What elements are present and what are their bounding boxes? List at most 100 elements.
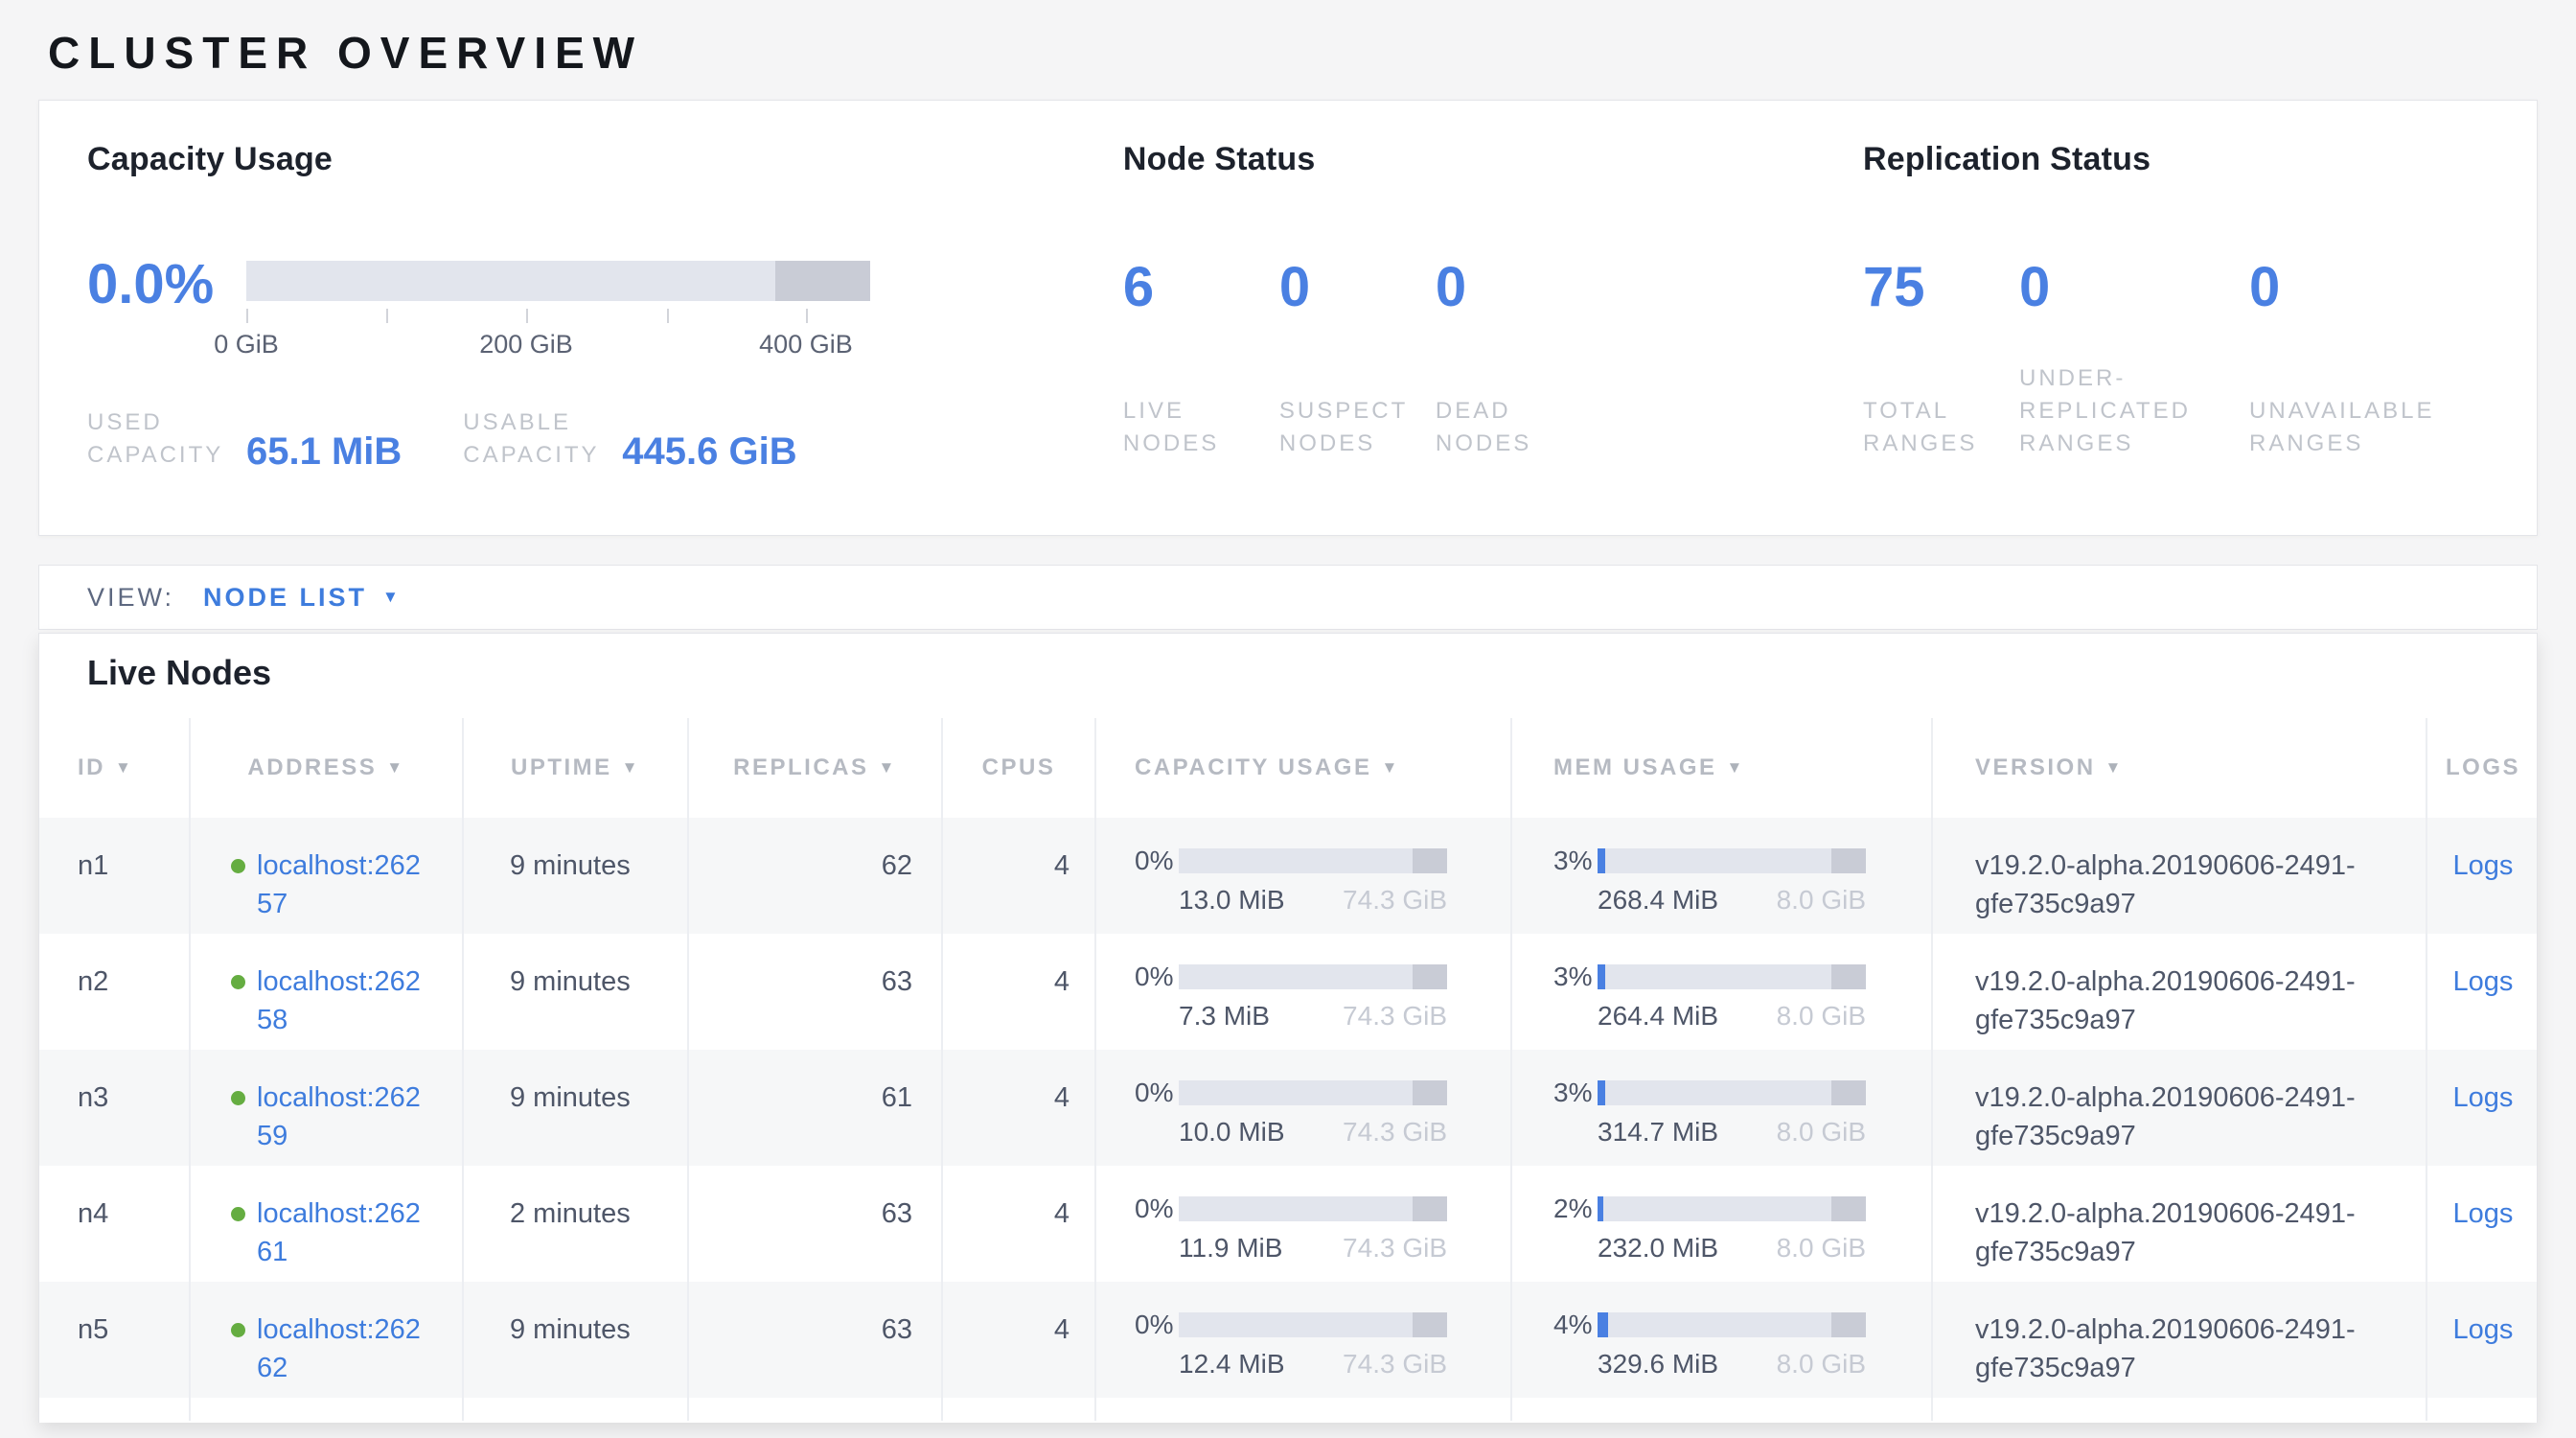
total-ranges-count: 75: [1863, 259, 2019, 316]
used-capacity-value: 65.1 MiB: [246, 431, 402, 472]
column-header-label: UPTIME: [511, 754, 612, 781]
table-row-clipped: [39, 1398, 2537, 1421]
node-uptime: 9 minutes: [510, 850, 631, 881]
node-address-cell: localhost:26257: [191, 818, 464, 934]
capacity-bar-track: [1179, 1312, 1447, 1337]
column-header-address[interactable]: ADDRESS ▼: [191, 718, 464, 818]
logs-link[interactable]: Logs: [2453, 850, 2514, 881]
node-uptime: 9 minutes: [510, 966, 631, 997]
column-header-cpus: CPUS: [943, 718, 1096, 818]
total-ranges-label: TOTAL RANGES: [1863, 395, 2019, 460]
mem-percent: 3%: [1553, 847, 1598, 916]
node-capacity-cell: 0% 12.4 MiB 74.3 GiB: [1096, 1282, 1512, 1398]
node-address-link[interactable]: localhost:26262: [257, 1310, 425, 1398]
mem-bar-fill: [1598, 964, 1605, 989]
node-version-cell: v19.2.0-alpha.20190606-2491-gfe735c9a97: [1933, 934, 2427, 1050]
logs-link[interactable]: Logs: [2453, 1082, 2514, 1113]
logs-link[interactable]: Logs: [2453, 1314, 2514, 1345]
mem-used-value: 268.4 MiB: [1598, 885, 1718, 916]
sort-descending-icon: ▼: [1727, 758, 1745, 777]
axis-tick-label: 0 GiB: [214, 330, 279, 360]
node-address-link[interactable]: localhost:26259: [257, 1078, 425, 1166]
node-replicas-cell: 63: [689, 1166, 943, 1282]
mem-bar-reserved-segment: [1831, 1080, 1866, 1105]
dead-nodes-count: 0: [1436, 259, 1592, 316]
capacity-percent: 0%: [1135, 1194, 1179, 1264]
mem-percent: 4%: [1553, 1310, 1598, 1380]
node-version: v19.2.0-alpha.20190606-2491-gfe735c9a97: [1975, 1078, 2397, 1155]
node-capacity-cell: 0% 13.0 MiB 74.3 GiB: [1096, 818, 1512, 934]
chevron-down-icon: ▼: [382, 588, 399, 607]
mem-used-value: 314.7 MiB: [1598, 1117, 1718, 1148]
mem-total-value: 8.0 GiB: [1777, 1349, 1866, 1380]
node-uptime-cell: 9 minutes: [464, 934, 689, 1050]
node-replicas: 63: [882, 1198, 912, 1229]
logs-link[interactable]: Logs: [2453, 1198, 2514, 1229]
logs-link[interactable]: Logs: [2453, 966, 2514, 997]
node-address-link[interactable]: localhost:26257: [257, 847, 425, 934]
capacity-total-value: 74.3 GiB: [1343, 1001, 1447, 1032]
table-row: n4 localhost:26261 2 minutes 63 4 0%: [39, 1166, 2537, 1282]
node-id: n5: [78, 1314, 108, 1345]
replication-stats: 75 TOTAL RANGES 0 UNDER-REPLICATED RANGE…: [1863, 259, 2489, 460]
node-replicas: 63: [882, 966, 912, 997]
mem-total-value: 8.0 GiB: [1777, 1117, 1866, 1148]
node-cpus: 4: [1054, 1198, 1070, 1229]
mem-percent: 2%: [1553, 1194, 1598, 1264]
mem-percent: 3%: [1553, 1078, 1598, 1148]
capacity-total-value: 74.3 GiB: [1343, 1117, 1447, 1148]
suspect-nodes-count: 0: [1279, 259, 1436, 316]
capacity-used-value: 11.9 MiB: [1179, 1233, 1282, 1264]
dead-nodes-label: DEAD NODES: [1436, 395, 1592, 460]
node-version: v19.2.0-alpha.20190606-2491-gfe735c9a97: [1975, 847, 2397, 923]
column-header-label: ADDRESS: [247, 754, 377, 781]
total-ranges-stat: 75 TOTAL RANGES: [1863, 259, 2019, 460]
capacity-stats: USED CAPACITY 65.1 MiB USABLE CAPACITY 4…: [87, 406, 1123, 472]
column-header-capacity-usage[interactable]: CAPACITY USAGE ▼: [1096, 718, 1512, 818]
node-replicas-cell: 63: [689, 1282, 943, 1398]
capacity-percent: 0%: [1135, 847, 1179, 916]
under-replicated-count: 0: [2019, 259, 2249, 316]
node-logs-cell: Logs: [2427, 818, 2538, 934]
capacity-bar-reserved-segment: [1413, 1196, 1447, 1221]
node-cpus-cell: 4: [943, 1282, 1096, 1398]
column-header-id[interactable]: ID ▼: [39, 718, 191, 818]
capacity-bar-track: [1179, 1196, 1447, 1221]
capacity-bar-track: [1179, 1080, 1447, 1105]
node-cpus-cell: 4: [943, 818, 1096, 934]
column-header-uptime[interactable]: UPTIME ▼: [464, 718, 689, 818]
node-version-cell: v19.2.0-alpha.20190606-2491-gfe735c9a97: [1933, 818, 2427, 934]
view-selector-dropdown[interactable]: NODE LIST ▼: [203, 583, 399, 613]
node-cpus-cell: 4: [943, 934, 1096, 1050]
node-address-link[interactable]: localhost:26258: [257, 963, 425, 1050]
column-header-label: CAPACITY USAGE: [1135, 754, 1371, 781]
column-header-label: REPLICAS: [733, 754, 868, 781]
live-nodes-stat: 6 LIVE NODES: [1123, 259, 1279, 460]
node-mem-cell: 3% 264.4 MiB 8.0 GiB: [1512, 934, 1933, 1050]
column-header-label: ID: [78, 754, 105, 781]
capacity-total-value: 74.3 GiB: [1343, 1233, 1447, 1264]
column-header-replicas[interactable]: REPLICAS ▼: [689, 718, 943, 818]
column-header-mem-usage[interactable]: MEM USAGE ▼: [1512, 718, 1933, 818]
node-cpus: 4: [1054, 1314, 1070, 1345]
node-address-link[interactable]: localhost:26261: [257, 1194, 425, 1282]
node-address-cell: localhost:26261: [191, 1166, 464, 1282]
replication-status-section: Replication Status 75 TOTAL RANGES 0 UND…: [1863, 141, 2489, 535]
mem-total-value: 8.0 GiB: [1777, 885, 1866, 916]
node-mem-cell: 4% 329.6 MiB 8.0 GiB: [1512, 1282, 1933, 1398]
node-logs-cell: Logs: [2427, 1282, 2538, 1398]
node-live-status-dot: [231, 859, 245, 873]
node-mem-cell: 2% 232.0 MiB 8.0 GiB: [1512, 1166, 1933, 1282]
column-header-version[interactable]: VERSION ▼: [1933, 718, 2427, 818]
node-address-cell: localhost:26262: [191, 1282, 464, 1398]
node-capacity-cell: 0% 10.0 MiB 74.3 GiB: [1096, 1050, 1512, 1166]
node-replicas: 63: [882, 1314, 912, 1345]
tick-mark: [386, 309, 388, 323]
tick-mark: [667, 309, 669, 323]
view-selected-value: NODE LIST: [203, 583, 367, 613]
node-uptime-cell: 2 minutes: [464, 1166, 689, 1282]
mem-bar-reserved-segment: [1831, 964, 1866, 989]
unavailable-ranges-count: 0: [2249, 259, 2489, 316]
capacity-percent: 0%: [1135, 963, 1179, 1032]
node-id-cell: n3: [39, 1050, 191, 1166]
